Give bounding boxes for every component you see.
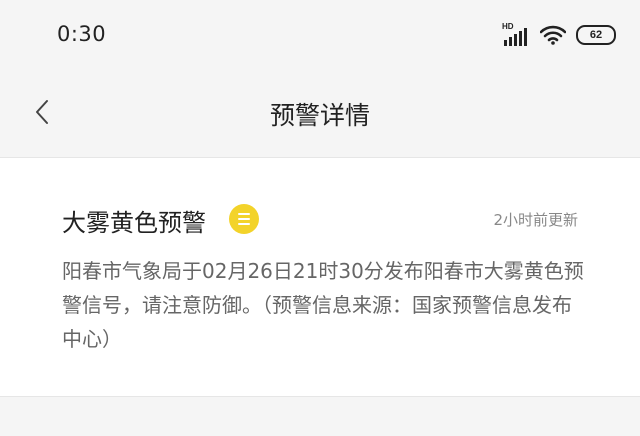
status-time: 0:30: [57, 22, 107, 46]
status-icons: HD 62: [502, 22, 616, 48]
warning-level-icon: [229, 204, 259, 234]
battery-level: 62: [589, 29, 603, 41]
app-header: 预警详情: [0, 72, 640, 152]
warning-card: 大雾黄色预警 2小时前更新 阳春市气象局于02月26日21时30分发布阳春市大雾…: [0, 157, 640, 397]
status-bar: 0:30 HD 62: [0, 0, 640, 72]
warning-title: 大雾黄色预警: [62, 209, 206, 237]
update-time: 2小时前更新: [493, 211, 578, 229]
page-title: 预警详情: [269, 101, 370, 130]
warning-body: 阳春市气象局于02月26日21时30分发布阳春市大雾黄色预警信号，请注意防御。（…: [62, 259, 584, 351]
wifi-icon: [540, 25, 566, 45]
battery-icon: 62: [576, 25, 616, 45]
signal-icon: HD: [502, 22, 530, 46]
